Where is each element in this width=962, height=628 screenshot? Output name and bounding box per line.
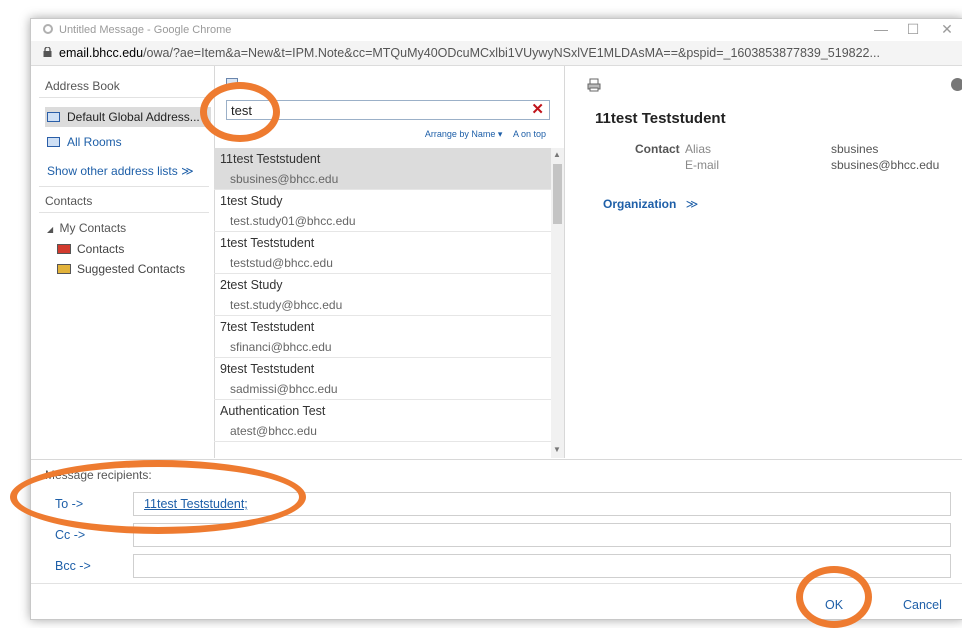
result-email: sfinanci@bhcc.edu [230, 340, 332, 354]
address-book-header: Address Book [45, 79, 120, 93]
all-rooms-item[interactable]: All Rooms [45, 133, 185, 151]
contact-section-label: Contact [635, 142, 680, 156]
url-host: email.bhcc.edu [59, 46, 144, 60]
all-rooms-label: All Rooms [67, 135, 122, 149]
divider [39, 186, 209, 187]
my-contacts-label: My Contacts [59, 221, 127, 235]
result-name: Authentication Test [220, 404, 326, 418]
contacts-header: Contacts [45, 194, 93, 208]
close-window-button[interactable]: ✕ [937, 21, 957, 38]
show-other-address-lists-link[interactable]: Show other address lists ≫ [47, 164, 194, 178]
bcc-button[interactable]: Bcc -> [55, 559, 91, 573]
result-row[interactable]: 7test Teststudent sfinanci@bhcc.edu [214, 316, 551, 358]
scroll-thumb[interactable] [553, 164, 562, 224]
search-box[interactable]: ✕ [226, 100, 550, 120]
minimize-button[interactable]: — [871, 21, 891, 37]
result-name: 1test Study [220, 194, 283, 208]
to-button[interactable]: To -> [55, 497, 83, 511]
divider [39, 97, 209, 98]
email-value: sbusines@bhcc.edu [831, 158, 940, 172]
contact-details-panel: 11test Teststudent Contact Alias sbusine… [564, 66, 962, 458]
result-email: test.study01@bhcc.edu [230, 214, 356, 228]
address-bar[interactable]: email.bhcc.edu/owa/?ae=Item&a=New&t=IPM.… [31, 41, 962, 66]
result-name: 1test Teststudent [220, 236, 315, 250]
ok-button[interactable]: OK [825, 598, 843, 612]
message-recipients-section: Message recipients: To -> 11test Teststu… [31, 459, 962, 580]
contacts-card-icon [57, 244, 71, 254]
chrome-icon [43, 24, 53, 34]
result-email: test.study@bhcc.edu [230, 298, 343, 312]
bcc-field[interactable] [133, 554, 951, 578]
address-book-icon [47, 112, 60, 122]
scroll-down-arrow-icon[interactable]: ▼ [553, 445, 561, 454]
cancel-button[interactable]: Cancel [903, 598, 942, 612]
collapse-triangle-icon: ◢ [47, 225, 54, 234]
result-email: sbusines@bhcc.edu [230, 172, 339, 186]
result-name: 2test Study [220, 278, 283, 292]
url-text[interactable]: email.bhcc.edu/owa/?ae=Item&a=New&t=IPM.… [59, 46, 880, 60]
result-row[interactable]: 11test Teststudent sbusines@bhcc.edu [214, 148, 551, 190]
organization-toggle[interactable]: Organization ≫ [603, 197, 698, 211]
dialog-footer: OK Cancel [31, 583, 962, 620]
default-global-list-item[interactable]: Default Global Address... [45, 107, 211, 127]
contacts-folder-label: Contacts [77, 242, 125, 256]
result-email: sadmissi@bhcc.edu [230, 382, 338, 396]
contact-name: 11test Teststudent [595, 110, 726, 127]
title-bar: Untitled Message - Google Chrome — ☐ ✕ [31, 19, 962, 41]
result-row[interactable]: Authentication Test atest@bhcc.edu [214, 400, 551, 442]
scroll-up-arrow-icon[interactable]: ▲ [553, 150, 561, 159]
result-row[interactable]: 1test Study test.study01@bhcc.edu [214, 190, 551, 232]
result-row[interactable]: 1test Teststudent teststud@bhcc.edu [214, 232, 551, 274]
results-scrollbar[interactable]: ▲ ▼ [551, 148, 564, 458]
rooms-book-icon [47, 137, 60, 147]
sort-order-toggle[interactable]: A on top [513, 129, 546, 139]
default-global-label: Default Global Address... [67, 110, 200, 124]
maximize-button[interactable]: ☐ [903, 21, 923, 38]
suggested-contacts-label: Suggested Contacts [77, 262, 186, 276]
results-list: 11test Teststudent sbusines@bhcc.edu 1te… [214, 148, 551, 458]
organization-label: Organization [603, 197, 677, 211]
alias-label: Alias [685, 142, 712, 156]
email-label: E-mail [685, 158, 720, 172]
sort-controls: Arrange by Name ▾ A on top [425, 129, 546, 140]
to-recipient[interactable]: 11test Teststudent; [144, 497, 248, 511]
divider [39, 212, 209, 213]
result-row[interactable]: 2test Study test.study@bhcc.edu [214, 274, 551, 316]
my-contacts-item[interactable]: ◢ My Contacts [47, 221, 126, 235]
help-icon[interactable] [951, 78, 962, 91]
address-lists-panel: Address Book Default Global Address... A… [31, 66, 215, 458]
chevron-down-icon: ≫ [685, 197, 699, 211]
result-email: teststud@bhcc.edu [230, 256, 333, 270]
lock-icon [43, 47, 52, 57]
search-results-panel: ✕ Arrange by Name ▾ A on top 11test Test… [214, 66, 564, 458]
arrange-by-name-dropdown[interactable]: Arrange by Name ▾ [425, 129, 503, 139]
url-path: /owa/?ae=Item&a=New&t=IPM.Note&cc=MTQuMy… [143, 46, 880, 60]
window-title: Untitled Message - Google Chrome [59, 24, 232, 36]
result-email: atest@bhcc.edu [230, 424, 317, 438]
address-book-toolbar-icon[interactable] [226, 78, 238, 89]
cc-field[interactable] [133, 523, 951, 547]
search-input[interactable] [231, 102, 521, 118]
cc-button[interactable]: Cc -> [55, 528, 85, 542]
suggested-contacts-icon [57, 264, 71, 274]
result-name: 9test Teststudent [220, 362, 315, 376]
clear-search-icon[interactable]: ✕ [531, 100, 544, 118]
to-field[interactable]: 11test Teststudent; [133, 492, 951, 516]
alias-value: sbusines [831, 142, 879, 156]
result-name: 7test Teststudent [220, 320, 315, 334]
result-row[interactable]: 9test Teststudent sadmissi@bhcc.edu [214, 358, 551, 400]
result-name: 11test Teststudent [220, 152, 321, 166]
recipients-header: Message recipients: [45, 468, 152, 482]
browser-window: Untitled Message - Google Chrome — ☐ ✕ e… [30, 18, 962, 620]
print-icon[interactable] [587, 78, 601, 92]
